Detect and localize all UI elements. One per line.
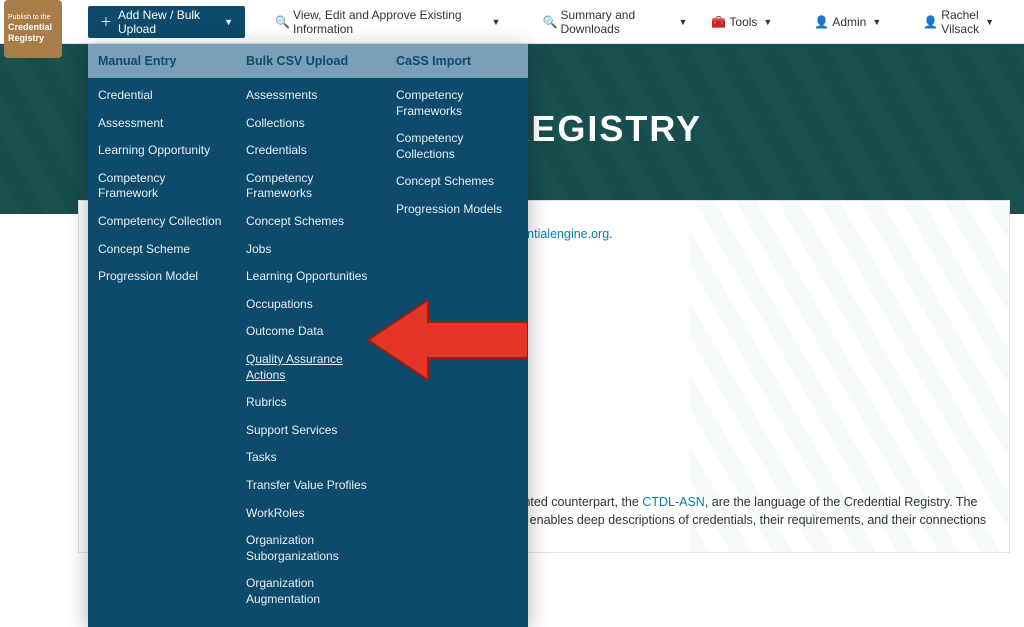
- top-nav: ＋ Add New / Bulk Upload ▼ 🔍 View, Edit a…: [0, 0, 1024, 44]
- mi-occupations[interactable]: Occupations: [246, 291, 376, 319]
- nav-view-edit[interactable]: 🔍 View, Edit and Approve Existing Inform…: [263, 6, 512, 38]
- user-icon: 👤: [923, 15, 935, 29]
- header-manual-entry: Manual Entry: [88, 44, 236, 78]
- mi-cass-concept-schemes[interactable]: Concept Schemes: [396, 168, 518, 196]
- chevron-down-icon: ▼: [872, 17, 881, 27]
- mi-workroles[interactable]: WorkRoles: [246, 500, 376, 528]
- col-manual-entry: Credential Assessment Learning Opportuni…: [88, 82, 236, 613]
- mi-outcome-data[interactable]: Outcome Data: [246, 318, 376, 346]
- mi-credential[interactable]: Credential: [98, 82, 226, 110]
- mi-support-services[interactable]: Support Services: [246, 417, 376, 445]
- logo-line1: Publish to the: [8, 14, 58, 22]
- mi-quality-assurance-actions[interactable]: Quality Assurance Actions: [246, 346, 376, 389]
- chevron-down-icon: ▼: [678, 17, 687, 27]
- mi-jobs[interactable]: Jobs: [246, 236, 376, 264]
- mi-competency-frameworks[interactable]: Competency Frameworks: [246, 165, 376, 208]
- mi-cass-progression-models[interactable]: Progression Models: [396, 196, 518, 224]
- logo-line2: Credential: [8, 22, 58, 33]
- mi-learning-opportunities[interactable]: Learning Opportunities: [246, 263, 376, 291]
- mi-rubrics[interactable]: Rubrics: [246, 389, 376, 417]
- dropdown-header-row: Manual Entry Bulk CSV Upload CaSS Import: [88, 44, 528, 78]
- search-icon: 🔍: [542, 15, 554, 29]
- mi-org-suborgs[interactable]: Organization Suborganizations: [246, 527, 376, 570]
- chevron-down-icon: ▼: [763, 17, 772, 27]
- nav-tools-label: Tools: [729, 15, 757, 29]
- chevron-down-icon: ▼: [985, 17, 994, 27]
- mi-progression-model[interactable]: Progression Model: [98, 263, 226, 291]
- mi-assessments[interactable]: Assessments: [246, 82, 376, 110]
- plus-icon: ＋: [100, 13, 112, 30]
- col-bulk-upload: Assessments Collections Credentials Comp…: [236, 82, 386, 613]
- mi-transfer-value-profiles[interactable]: Transfer Value Profiles: [246, 472, 376, 500]
- logo-line3: Registry: [8, 33, 58, 44]
- mi-concept-schemes[interactable]: Concept Schemes: [246, 208, 376, 236]
- chevron-down-icon: ▼: [224, 17, 233, 27]
- nav-user[interactable]: 👤 Rachel Vilsack ▼: [911, 6, 1006, 38]
- mi-competency-collection[interactable]: Competency Collection: [98, 208, 226, 236]
- chevron-down-icon: ▼: [492, 17, 501, 27]
- nav-admin-label: Admin: [832, 15, 866, 29]
- callout-arrow-icon: [368, 300, 528, 380]
- header-cass-import: CaSS Import: [386, 44, 528, 78]
- mi-cass-competency-frameworks[interactable]: Competency Frameworks: [396, 82, 518, 125]
- header-bulk-upload: Bulk CSV Upload: [236, 44, 386, 78]
- nav-view-edit-label: View, Edit and Approve Existing Informat…: [293, 8, 485, 36]
- mi-competency-framework[interactable]: Competency Framework: [98, 165, 226, 208]
- mi-collections[interactable]: Collections: [246, 110, 376, 138]
- mi-credentials[interactable]: Credentials: [246, 137, 376, 165]
- nav-add-new[interactable]: ＋ Add New / Bulk Upload ▼: [88, 6, 245, 38]
- logo[interactable]: Publish to the Credential Registry: [4, 0, 62, 58]
- link-ctdl-asn[interactable]: CTDL-ASN: [642, 495, 705, 509]
- mi-tasks[interactable]: Tasks: [246, 444, 376, 472]
- nav-add-new-label: Add New / Bulk Upload: [118, 8, 218, 36]
- nav-summary[interactable]: 🔍 Summary and Downloads ▼: [530, 6, 699, 38]
- nav-user-label: Rachel Vilsack: [941, 8, 979, 36]
- user-icon: 👤: [814, 15, 826, 29]
- nav-summary-label: Summary and Downloads: [560, 8, 672, 36]
- search-icon: 🔍: [275, 15, 287, 29]
- mi-concept-scheme[interactable]: Concept Scheme: [98, 236, 226, 264]
- toolbox-icon: 🧰: [711, 15, 723, 29]
- mi-learning-opportunity[interactable]: Learning Opportunity: [98, 137, 226, 165]
- nav-tools[interactable]: 🧰 Tools ▼: [699, 6, 784, 38]
- nav-admin[interactable]: 👤 Admin ▼: [802, 6, 893, 38]
- mi-org-augmentation[interactable]: Organization Augmentation: [246, 570, 376, 613]
- mi-assessment[interactable]: Assessment: [98, 110, 226, 138]
- mi-cass-competency-collections[interactable]: Competency Collections: [396, 125, 518, 168]
